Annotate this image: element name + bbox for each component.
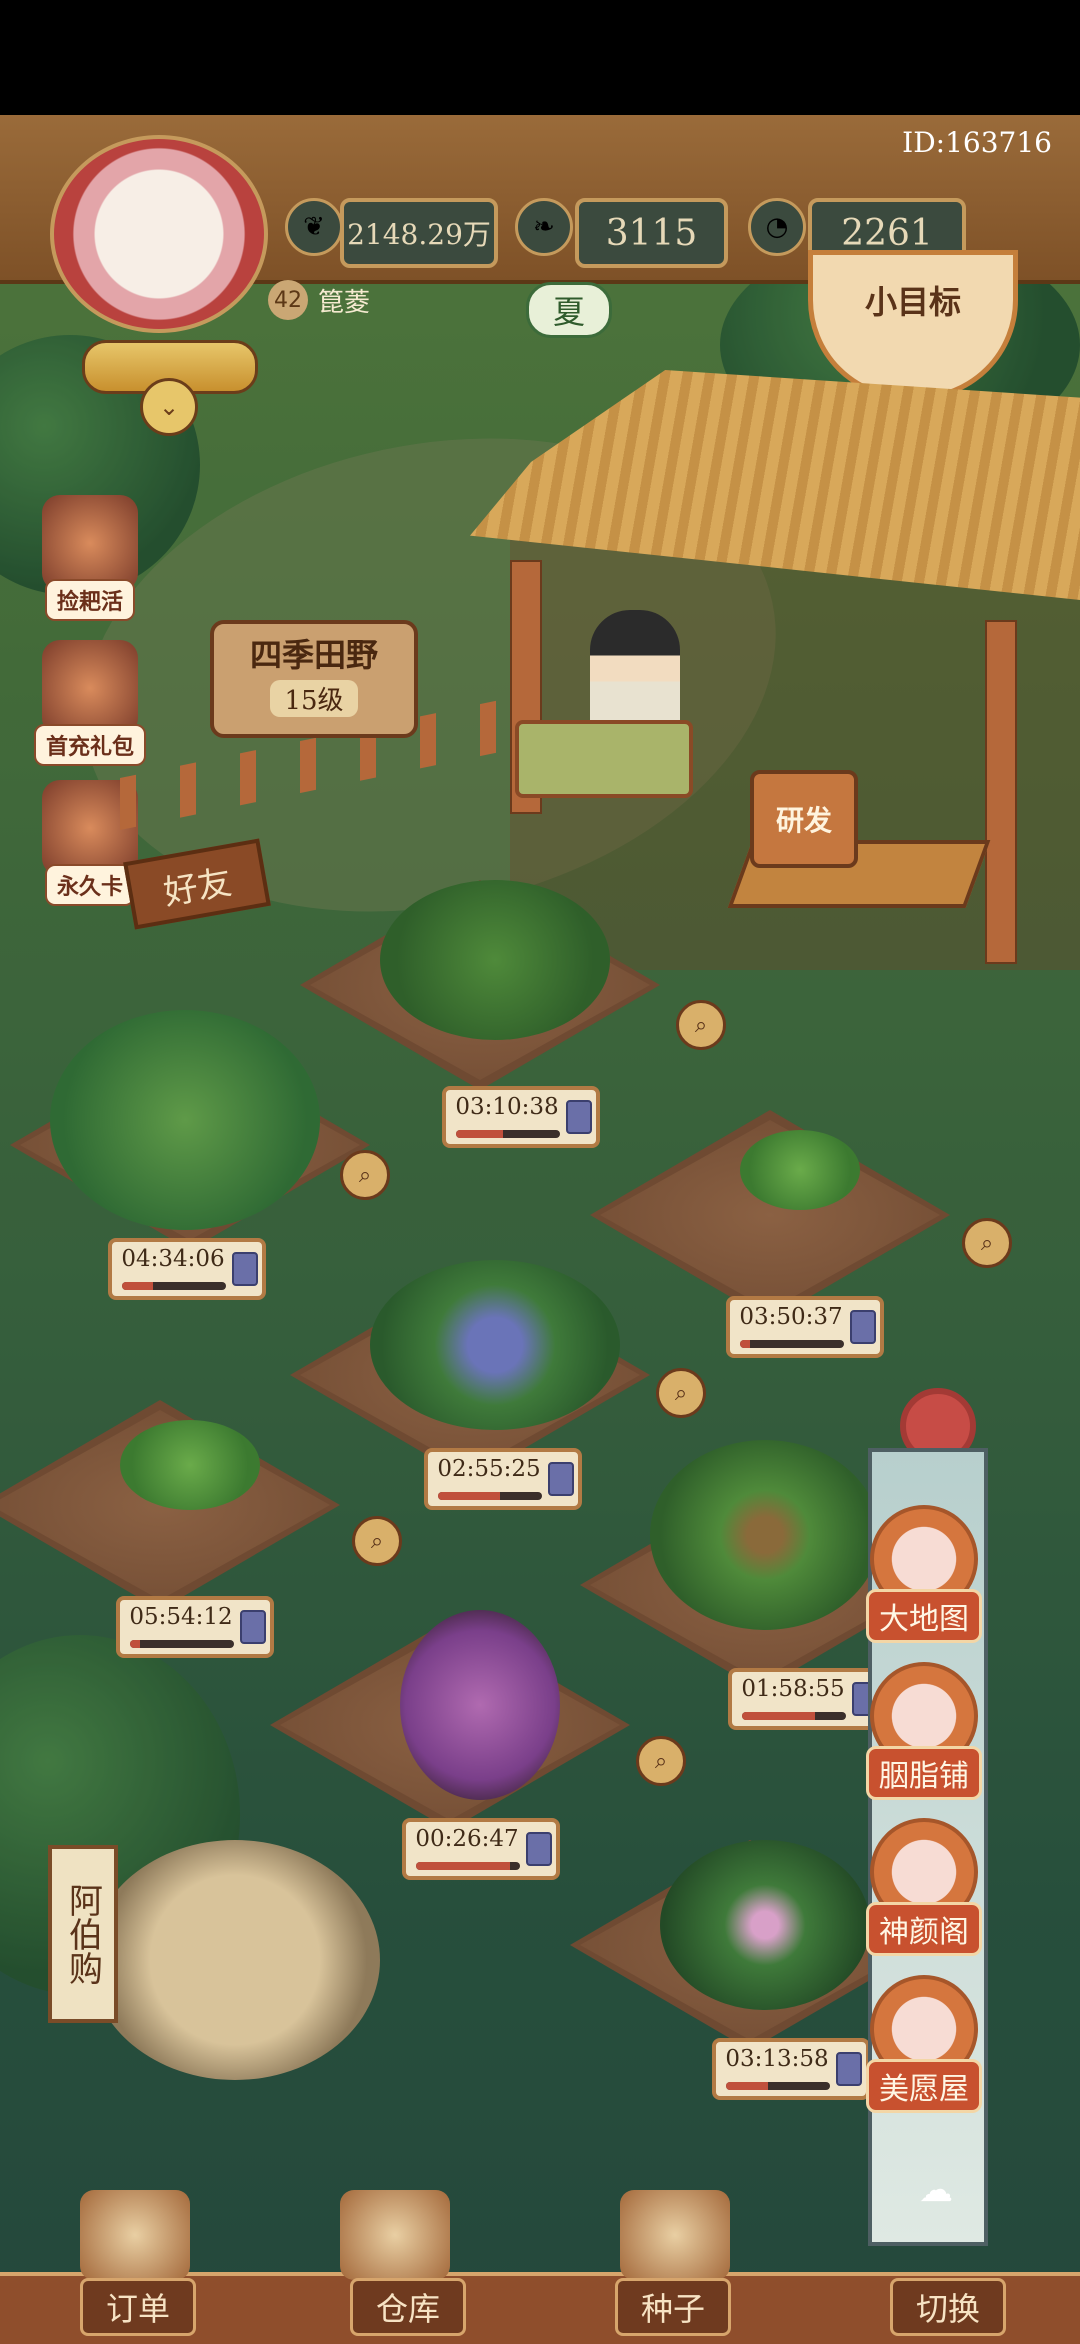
magnifier-icon[interactable]: ⌕: [676, 1000, 726, 1050]
plant-blue-flower: [370, 1260, 620, 1430]
tab-orders[interactable]: 订单: [80, 2278, 196, 2336]
fertilizer-icon: [850, 1310, 876, 1344]
order-clipboard-icon: [80, 2190, 190, 2280]
resource-coins: 2148.29万: [340, 198, 498, 268]
resource-leaves: 3115: [575, 198, 728, 268]
nav-beauty-pavilion-button[interactable]: 神颜阁: [862, 1818, 986, 1956]
plot-timer-text: 03:50:37: [739, 1304, 843, 1330]
plot-progress: [416, 1862, 520, 1870]
plot-timer: 04:34:06: [108, 1238, 266, 1300]
magnifier-icon[interactable]: ⌕: [340, 1150, 390, 1200]
fertilizer-icon: [566, 1100, 592, 1134]
plot-progress: [726, 2082, 830, 2090]
heart-coin-icon: ❦: [285, 198, 343, 256]
bench: [515, 720, 693, 798]
magnifier-icon[interactable]: ⌕: [962, 1218, 1012, 1268]
fertilizer-icon: [240, 1610, 266, 1644]
plot-progress: [438, 1492, 542, 1500]
plot-timer-text: 02:55:25: [437, 1456, 541, 1482]
farm-sign-title: 四季田野: [249, 636, 378, 674]
chevron-down-icon[interactable]: ⌄: [140, 378, 198, 436]
side-menu-chest-label: 捡耙活: [44, 579, 135, 621]
plant-bonsai: [650, 1440, 880, 1630]
plot-timer: 03:50:37: [726, 1296, 884, 1358]
fertilizer-icon: [548, 1462, 574, 1496]
nav-map-label: 大地图: [866, 1589, 982, 1643]
nav-map-button[interactable]: 大地图: [862, 1505, 986, 1643]
nav-rouge-shop-label: 胭脂铺: [866, 1746, 982, 1800]
plant-seedling: [740, 1130, 860, 1210]
plot-timer-text: 04:34:06: [121, 1246, 225, 1272]
plant-purple-flower: [400, 1610, 560, 1800]
level-badge: 42: [268, 280, 308, 320]
shop-npc[interactable]: [90, 1840, 380, 2080]
plot-timer: 03:13:58: [712, 2038, 870, 2100]
fertilizer-icon: [836, 2052, 862, 2086]
nav-wish-house-label: 美愿屋: [866, 2059, 982, 2113]
plot-progress: [742, 1712, 846, 1720]
season-badge[interactable]: 夏: [526, 282, 612, 338]
fertilizer-icon: [232, 1252, 258, 1286]
magnifier-icon[interactable]: ⌕: [352, 1516, 402, 1566]
treasure-chest-icon: [42, 495, 138, 591]
side-menu-first-recharge[interactable]: 首充礼包: [30, 640, 150, 766]
player-avatar[interactable]: [50, 135, 268, 333]
cloud-icon: ☁: [919, 2170, 953, 2210]
plot-progress: [456, 1130, 560, 1138]
nav-wish-house-button[interactable]: 美愿屋: [862, 1975, 986, 2113]
plot-timer: 00:26:47: [402, 1818, 560, 1880]
shop-sign[interactable]: 阿伯购: [48, 1845, 118, 2023]
warehouse-icon: [340, 2190, 450, 2280]
fertilizer-icon: [526, 1832, 552, 1866]
tab-switch[interactable]: 切换: [890, 2278, 1006, 2336]
plant-ginger-flower: [380, 880, 610, 1040]
magnifier-icon[interactable]: ⌕: [636, 1736, 686, 1786]
plot-progress: [130, 1640, 234, 1648]
magnifier-icon[interactable]: ⌕: [656, 1368, 706, 1418]
leaf-icon: ❧: [515, 198, 573, 256]
goal-label: 小目标: [864, 283, 961, 321]
plant-pink-flower: [660, 1840, 870, 2010]
tab-warehouse[interactable]: 仓库: [350, 2278, 466, 2336]
side-menu-permanent-card-label: 永久卡: [44, 864, 135, 906]
plot-timer-text: 00:26:47: [415, 1826, 519, 1852]
nav-rouge-shop-button[interactable]: 胭脂铺: [862, 1662, 986, 1800]
tab-seeds[interactable]: 种子: [615, 2278, 731, 2336]
plot-timer-text: 03:10:38: [455, 1094, 559, 1120]
side-menu-chest[interactable]: 捡耙活: [30, 495, 150, 621]
research-button[interactable]: 研发: [750, 770, 858, 868]
clock-icon: ◔: [748, 198, 806, 256]
plot-progress: [740, 1340, 844, 1348]
plant-tree: [50, 1010, 320, 1230]
plot-timer-text: 05:54:12: [129, 1604, 233, 1630]
farm-sign-level: 15级: [270, 680, 358, 717]
plot-timer: 02:55:25: [424, 1448, 582, 1510]
farm-sign[interactable]: 四季田野 15级: [210, 620, 418, 738]
plant-seedling: [120, 1420, 260, 1510]
gift-cat-icon: [42, 640, 138, 736]
nav-beauty-pavilion-label: 神颜阁: [866, 1902, 982, 1956]
plot-timer-text: 03:13:58: [725, 2046, 829, 2072]
plot-timer: 05:54:12: [116, 1596, 274, 1658]
side-menu-first-recharge-label: 首充礼包: [33, 724, 146, 766]
player-id: ID:163716: [902, 126, 1052, 159]
plot-timer: 03:10:38: [442, 1086, 600, 1148]
plot-progress: [122, 1282, 226, 1290]
shed-post: [985, 620, 1017, 964]
plot-timer-text: 01:58:55: [741, 1676, 845, 1702]
player-name: 箟菱: [318, 287, 371, 318]
seed-book-icon: [620, 2190, 730, 2280]
player-level-row: 42 箟菱: [268, 280, 370, 320]
